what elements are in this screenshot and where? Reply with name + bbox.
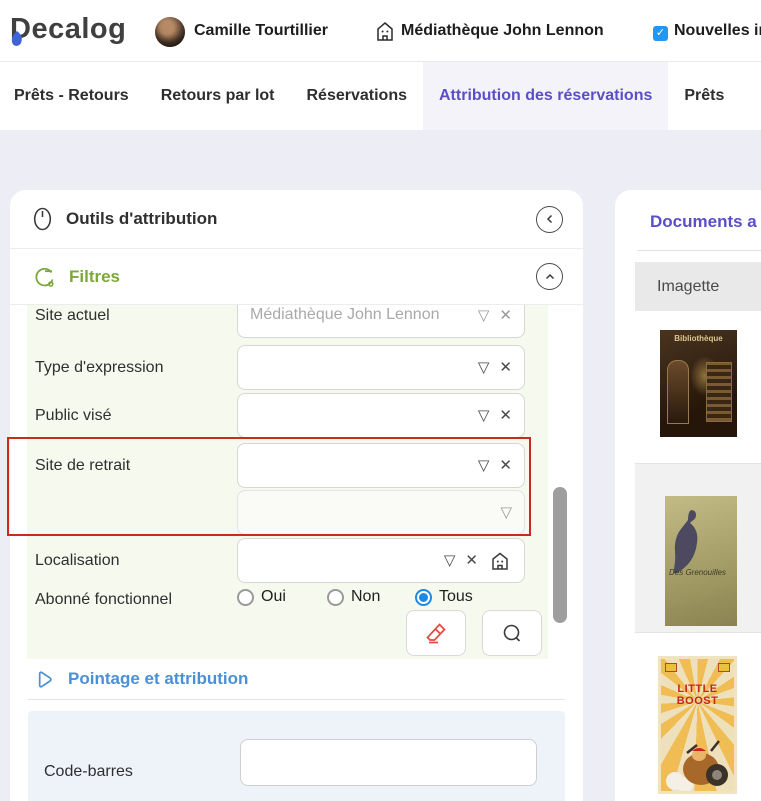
radio-icon[interactable] xyxy=(327,589,344,606)
pointage-form: Code-barres xyxy=(28,711,565,801)
clear-icon[interactable]: ✕ xyxy=(499,360,512,375)
radio-label: Oui xyxy=(261,588,286,606)
dropdown-icon[interactable]: ▽ xyxy=(444,553,456,568)
field-row-site-actuel: Site actuel Médiathèque John Lennon ▽ ✕ xyxy=(27,305,548,338)
dropdown-icon[interactable]: ▽ xyxy=(478,360,490,375)
cover-title: Des Grenouilles xyxy=(669,568,726,577)
dropdown-icon[interactable]: ▽ xyxy=(478,408,490,423)
divider xyxy=(637,250,761,251)
filters-section-title: Filtres xyxy=(69,267,120,287)
public-vise-input[interactable]: ▽✕ xyxy=(237,393,525,438)
radio-icon[interactable] xyxy=(237,589,254,606)
new-interface-label: Nouvelles in xyxy=(674,22,761,40)
dropdown-icon[interactable]: ▽ xyxy=(478,308,490,323)
tab-retours-par-lot[interactable]: Retours par lot xyxy=(145,62,291,130)
field-row-site-retrait-secondary: ▽ xyxy=(27,490,548,535)
type-expression-input[interactable]: ▽✕ xyxy=(237,345,525,390)
mouse-icon xyxy=(33,206,52,232)
filters-form: Site actuel Médiathèque John Lennon ▽✕ T… xyxy=(27,305,548,659)
attribution-tools-panel: Outils d'attribution Filtres Site actuel xyxy=(10,190,583,801)
field-row-localisation: Localisation ▽ ✕ xyxy=(27,538,548,583)
main-content: Outils d'attribution Filtres Site actuel xyxy=(0,130,761,801)
field-row-site-retrait: Site de retrait ▽✕ xyxy=(27,443,548,488)
clear-icon[interactable]: ✕ xyxy=(499,458,512,473)
collapse-filters-button[interactable] xyxy=(536,263,563,290)
document-row[interactable]: Des Grenouilles xyxy=(635,463,761,632)
filters-scroll-area: Site actuel Médiathèque John Lennon ▽✕ T… xyxy=(10,305,583,659)
clear-icon[interactable]: ✕ xyxy=(499,408,512,423)
field-label: Site de retrait xyxy=(35,457,130,475)
tab-attribution-reservations[interactable]: Attribution des réservations xyxy=(423,62,668,130)
radio-option-oui[interactable]: Oui xyxy=(237,588,286,606)
radio-icon-selected[interactable] xyxy=(415,589,432,606)
documents-panel-title: Documents a xyxy=(650,212,757,232)
document-cover-thumbnail[interactable]: Des Grenouilles xyxy=(665,496,737,626)
chevron-left-icon xyxy=(545,214,555,224)
document-cover-thumbnail[interactable]: Bibliothèque xyxy=(660,330,737,437)
panel-title: Outils d'attribution xyxy=(66,209,217,229)
site-retrait-secondary-input[interactable]: ▽ xyxy=(237,490,525,535)
user-avatar[interactable] xyxy=(155,17,185,47)
field-label: Site actuel xyxy=(35,307,110,325)
module-tabbar: Prêts - Retours Retours par lot Réservat… xyxy=(0,62,761,130)
search-icon xyxy=(501,622,523,644)
eraser-icon xyxy=(424,621,448,645)
field-label: Abonné fonctionnel xyxy=(35,591,172,609)
user-name[interactable]: Camille Tourtillier xyxy=(194,22,328,40)
site-actuel-value: Médiathèque John Lennon xyxy=(250,306,462,324)
field-label: Type d'expression xyxy=(35,359,163,377)
imagette-column-header: Imagette xyxy=(635,262,761,311)
radio-label: Tous xyxy=(439,588,473,606)
radio-option-non[interactable]: Non xyxy=(327,588,380,606)
tab-prets-retours[interactable]: Prêts - Retours xyxy=(0,62,145,130)
code-barres-input[interactable] xyxy=(240,739,537,786)
documents-panel: Documents a Imagette Bibliothèque Des xyxy=(615,190,761,801)
field-row-type-expression: Type d'expression ▽✕ xyxy=(27,345,548,390)
radio-label: Non xyxy=(351,588,380,606)
new-interface-checkbox[interactable]: ✓ xyxy=(653,26,668,41)
tab-reservations[interactable]: Réservations xyxy=(291,62,424,130)
site-picker-icon[interactable] xyxy=(488,550,512,572)
logo-text: Decalog xyxy=(10,13,126,45)
clear-filters-button[interactable] xyxy=(406,610,466,656)
library-icon xyxy=(374,20,396,42)
field-row-public-vise: Public visé ▽✕ xyxy=(27,393,548,438)
filters-scrollbar-thumb[interactable] xyxy=(553,487,567,623)
app-header: Decalog Camille Tourtillier Médiathèque … xyxy=(0,0,761,62)
current-library-name[interactable]: Médiathèque John Lennon xyxy=(401,22,604,40)
logo-drop-icon xyxy=(11,31,23,47)
decalog-logo[interactable]: Decalog xyxy=(10,13,126,46)
cover-title: Bibliothèque xyxy=(660,334,737,343)
field-label: Localisation xyxy=(35,552,120,570)
field-row-abonne-fonctionnel: Abonné fonctionnel Oui Non Tous xyxy=(27,588,548,612)
search-button[interactable] xyxy=(482,610,542,656)
column-header-label: Imagette xyxy=(657,278,719,296)
dropdown-icon[interactable]: ▽ xyxy=(500,505,512,520)
play-icon xyxy=(33,669,54,690)
moto-illustration xyxy=(661,731,734,791)
documents-table: Bibliothèque Des Grenouilles LITTLE B xyxy=(615,311,761,801)
field-label: Public visé xyxy=(35,407,111,425)
pointage-section-title[interactable]: Pointage et attribution xyxy=(68,669,248,689)
filter-icon xyxy=(33,266,55,288)
site-actuel-input[interactable]: Médiathèque John Lennon ▽ ✕ xyxy=(237,305,525,338)
cover-title: LITTLE BOOST xyxy=(661,683,734,707)
tab-prets[interactable]: Prêts xyxy=(668,62,740,130)
chevron-up-icon xyxy=(545,272,555,282)
clear-icon[interactable]: ✕ xyxy=(499,308,512,323)
site-retrait-input[interactable]: ▽✕ xyxy=(237,443,525,488)
document-row[interactable]: LITTLE BOOST xyxy=(635,632,761,801)
document-row[interactable]: Bibliothèque xyxy=(635,311,761,463)
localisation-input[interactable]: ▽ ✕ xyxy=(237,538,525,583)
document-cover-thumbnail[interactable]: LITTLE BOOST xyxy=(658,656,737,794)
clear-icon[interactable]: ✕ xyxy=(465,553,478,568)
field-label: Code-barres xyxy=(44,763,133,781)
collapse-panel-button[interactable] xyxy=(536,206,563,233)
radio-option-tous[interactable]: Tous xyxy=(415,588,473,606)
filter-actions-row xyxy=(27,610,548,656)
dropdown-icon[interactable]: ▽ xyxy=(478,458,490,473)
divider xyxy=(28,699,565,700)
